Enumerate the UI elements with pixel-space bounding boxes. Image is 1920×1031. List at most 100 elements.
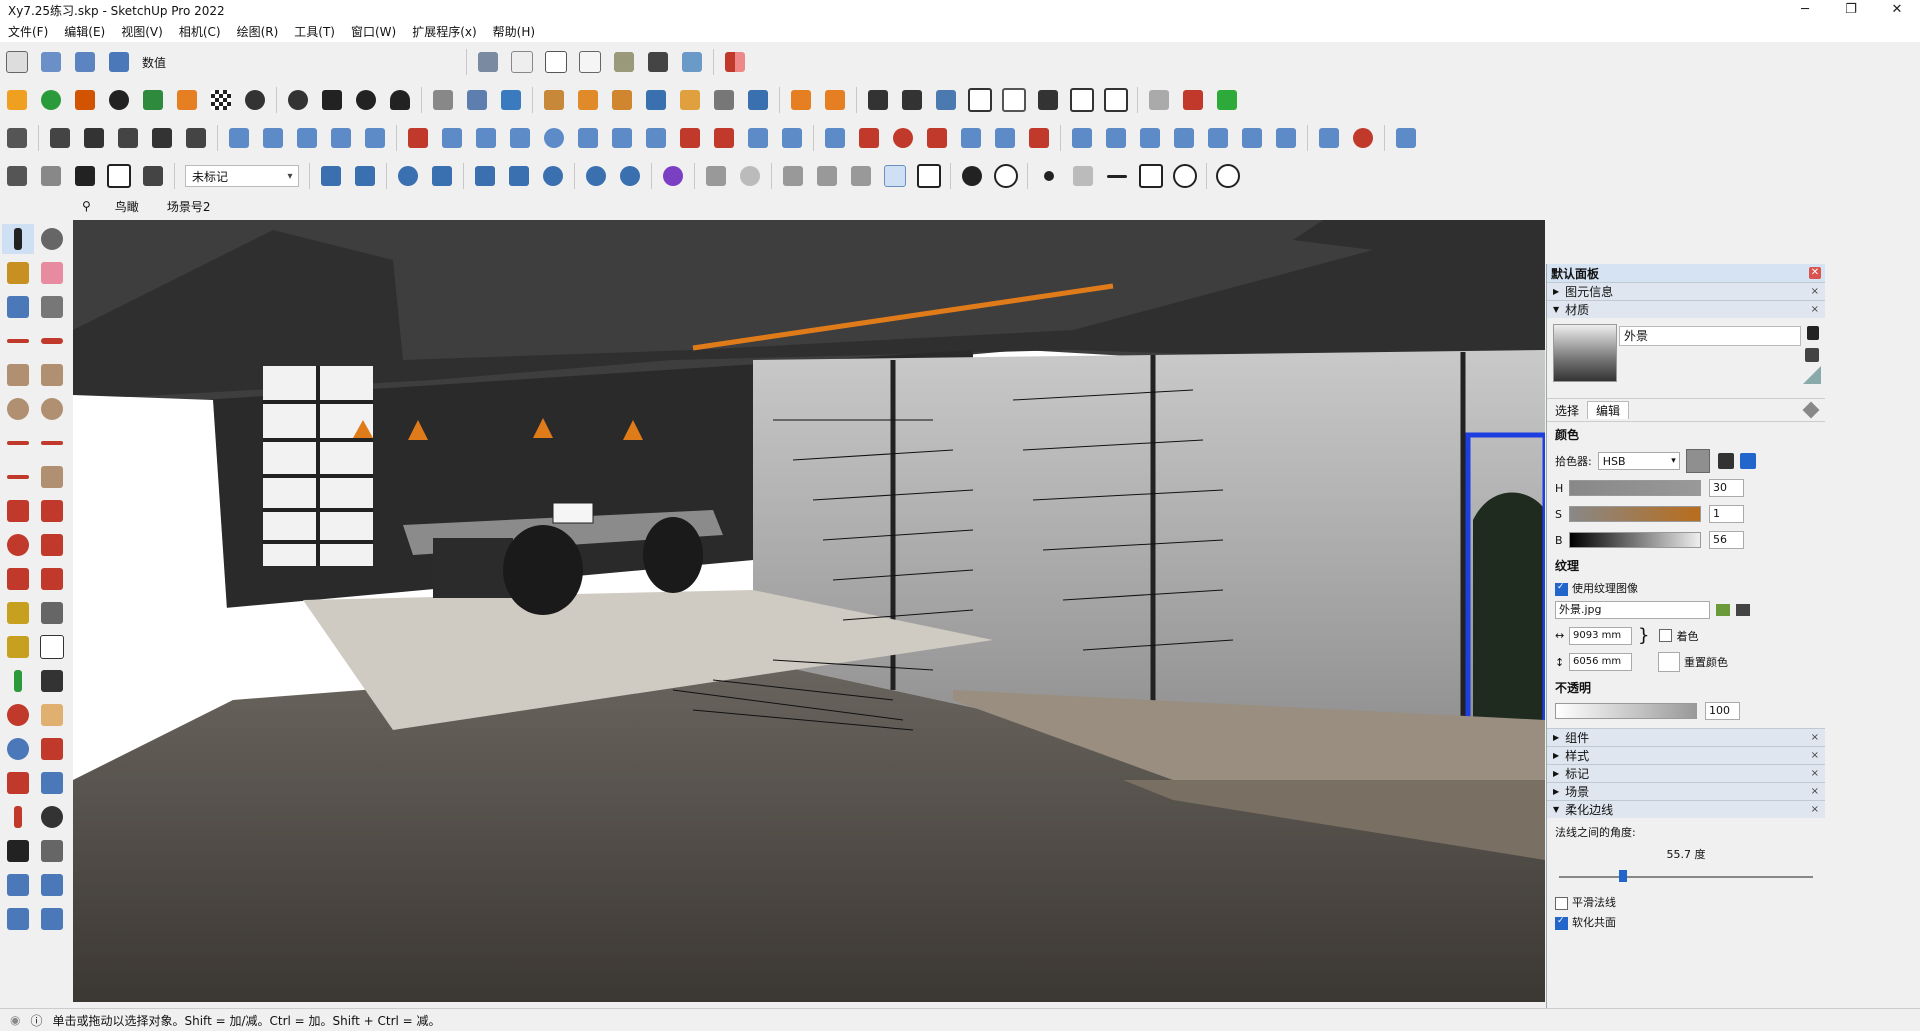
style-backedges-icon[interactable] — [507, 47, 537, 77]
circle-gray-icon[interactable] — [735, 161, 765, 191]
mail-icon[interactable] — [317, 85, 347, 115]
texture-height-field[interactable]: 6056 mm — [1569, 653, 1632, 671]
section-styles[interactable]: ▶ 样式 × — [1547, 746, 1825, 764]
stamp-icon[interactable] — [2, 904, 34, 934]
align2-icon[interactable] — [258, 123, 288, 153]
link-brace-icon[interactable]: } — [1638, 625, 1649, 646]
chart-icon[interactable] — [172, 85, 202, 115]
network-icon[interactable] — [504, 161, 534, 191]
cloud-search-icon[interactable] — [350, 161, 380, 191]
smooth-normals-checkbox[interactable] — [1555, 896, 1568, 910]
s-value[interactable]: 1 — [1709, 505, 1744, 523]
axes-icon[interactable] — [2, 666, 34, 696]
cut-line-icon[interactable] — [709, 123, 739, 153]
eraser-icon[interactable] — [36, 258, 68, 288]
select-box-icon[interactable] — [292, 123, 322, 153]
b-value[interactable]: 56 — [1709, 531, 1744, 549]
use-texture-checkbox[interactable] — [1555, 582, 1568, 596]
section-close-icon[interactable]: × — [1811, 750, 1819, 761]
section-close-icon[interactable]: × — [1811, 804, 1819, 815]
reset-color-swatch[interactable] — [1658, 652, 1680, 672]
mesh-icon[interactable] — [505, 123, 535, 153]
follow-me-icon[interactable] — [496, 85, 526, 115]
menu-tools[interactable]: 工具(T) — [286, 23, 343, 40]
rotate-arrow-icon[interactable] — [1144, 85, 1174, 115]
paint-bucket-icon[interactable] — [2, 258, 34, 288]
info-icon[interactable] — [351, 85, 381, 115]
position-camera-icon[interactable] — [2, 802, 34, 832]
menu-help[interactable]: 帮助(H) — [485, 23, 543, 40]
section-scenes[interactable]: ▶ 场景 × — [1547, 782, 1825, 800]
mirror-icon[interactable] — [720, 47, 750, 77]
smoove-icon[interactable] — [36, 870, 68, 900]
previous-view-icon[interactable] — [36, 768, 68, 798]
tab-select[interactable]: 选择 — [1547, 402, 1587, 419]
3d-box-icon[interactable] — [914, 161, 944, 191]
purple-badge-icon[interactable] — [658, 161, 688, 191]
circle-curve-icon[interactable] — [539, 123, 569, 153]
select-arrow-icon[interactable] — [2, 224, 34, 254]
box-red-icon[interactable] — [854, 123, 884, 153]
video-camera-icon[interactable] — [778, 161, 808, 191]
move-icon[interactable] — [2, 496, 34, 526]
cube-gray-icon[interactable] — [701, 161, 731, 191]
component-b-icon[interactable] — [45, 123, 75, 153]
gear-icon[interactable] — [283, 85, 313, 115]
pipe-icon[interactable] — [675, 85, 705, 115]
sandbox-icon[interactable] — [2, 870, 34, 900]
knife-icon[interactable] — [743, 85, 773, 115]
checker-icon[interactable] — [206, 85, 236, 115]
style-monochrome-icon[interactable] — [677, 47, 707, 77]
opacity-slider[interactable] — [1555, 703, 1697, 719]
section-close-icon[interactable]: × — [1811, 304, 1819, 315]
grid-plus-icon[interactable] — [1391, 123, 1421, 153]
tray-close-icon[interactable]: ✕ — [1809, 267, 1821, 279]
sky-icon[interactable] — [812, 161, 842, 191]
h-value[interactable]: 30 — [1709, 479, 1744, 497]
section-components[interactable]: ▶ 组件 × — [1547, 728, 1825, 746]
section-close-icon[interactable]: × — [1811, 768, 1819, 779]
style-hidden-line-icon[interactable] — [575, 47, 605, 77]
tab-edit[interactable]: 编辑 — [1587, 401, 1630, 419]
basket-icon[interactable] — [820, 123, 850, 153]
opacity-value[interactable]: 100 — [1705, 702, 1740, 720]
light-rect-icon[interactable] — [1136, 161, 1166, 191]
walk-icon[interactable] — [2, 836, 34, 866]
report-icon[interactable] — [1178, 85, 1208, 115]
push-pull-icon[interactable] — [36, 496, 68, 526]
pencil-line-icon[interactable] — [428, 85, 458, 115]
freehand-icon[interactable] — [36, 326, 68, 356]
scissors-icon[interactable] — [709, 85, 739, 115]
warehouse-icon[interactable] — [2, 161, 32, 191]
tape-measure-icon[interactable] — [2, 598, 34, 628]
color-swatch[interactable] — [1685, 449, 1710, 473]
user-icon[interactable] — [385, 85, 415, 115]
protractor-icon[interactable] — [2, 632, 34, 662]
ladder-icon[interactable] — [1033, 85, 1063, 115]
image-icon[interactable] — [931, 85, 961, 115]
material-name-field[interactable]: 外景 — [1619, 326, 1801, 346]
spring-icon[interactable] — [1271, 123, 1301, 153]
cloud-list-icon[interactable] — [427, 161, 457, 191]
sample-paint-icon[interactable] — [1805, 348, 1819, 362]
walk-y-icon[interactable] — [880, 161, 910, 191]
pie-icon[interactable] — [36, 462, 68, 492]
home-icon[interactable] — [70, 161, 100, 191]
close-window-button[interactable]: ✕ — [1874, 0, 1920, 20]
section-plane-icon[interactable] — [36, 836, 68, 866]
fold-icon[interactable] — [1237, 123, 1267, 153]
section-close-icon[interactable]: × — [1811, 286, 1819, 297]
curve-panel-icon[interactable] — [607, 85, 637, 115]
angle-slider-thumb[interactable] — [1619, 870, 1627, 882]
light-circle-icon[interactable] — [1170, 161, 1200, 191]
minimize-button[interactable]: ─ — [1782, 0, 1828, 20]
frame-tool-icon[interactable] — [786, 85, 816, 115]
drape-icon[interactable] — [36, 904, 68, 934]
style-wireframe-icon[interactable] — [541, 47, 571, 77]
arc-plus-icon[interactable] — [1314, 123, 1344, 153]
search-icon[interactable]: ⚲ — [72, 199, 101, 213]
cloud-icon[interactable] — [393, 161, 423, 191]
display-secondary-icon[interactable] — [1803, 366, 1821, 384]
edit-texture-icon[interactable] — [1736, 604, 1750, 616]
angle-slider[interactable] — [1559, 866, 1813, 888]
